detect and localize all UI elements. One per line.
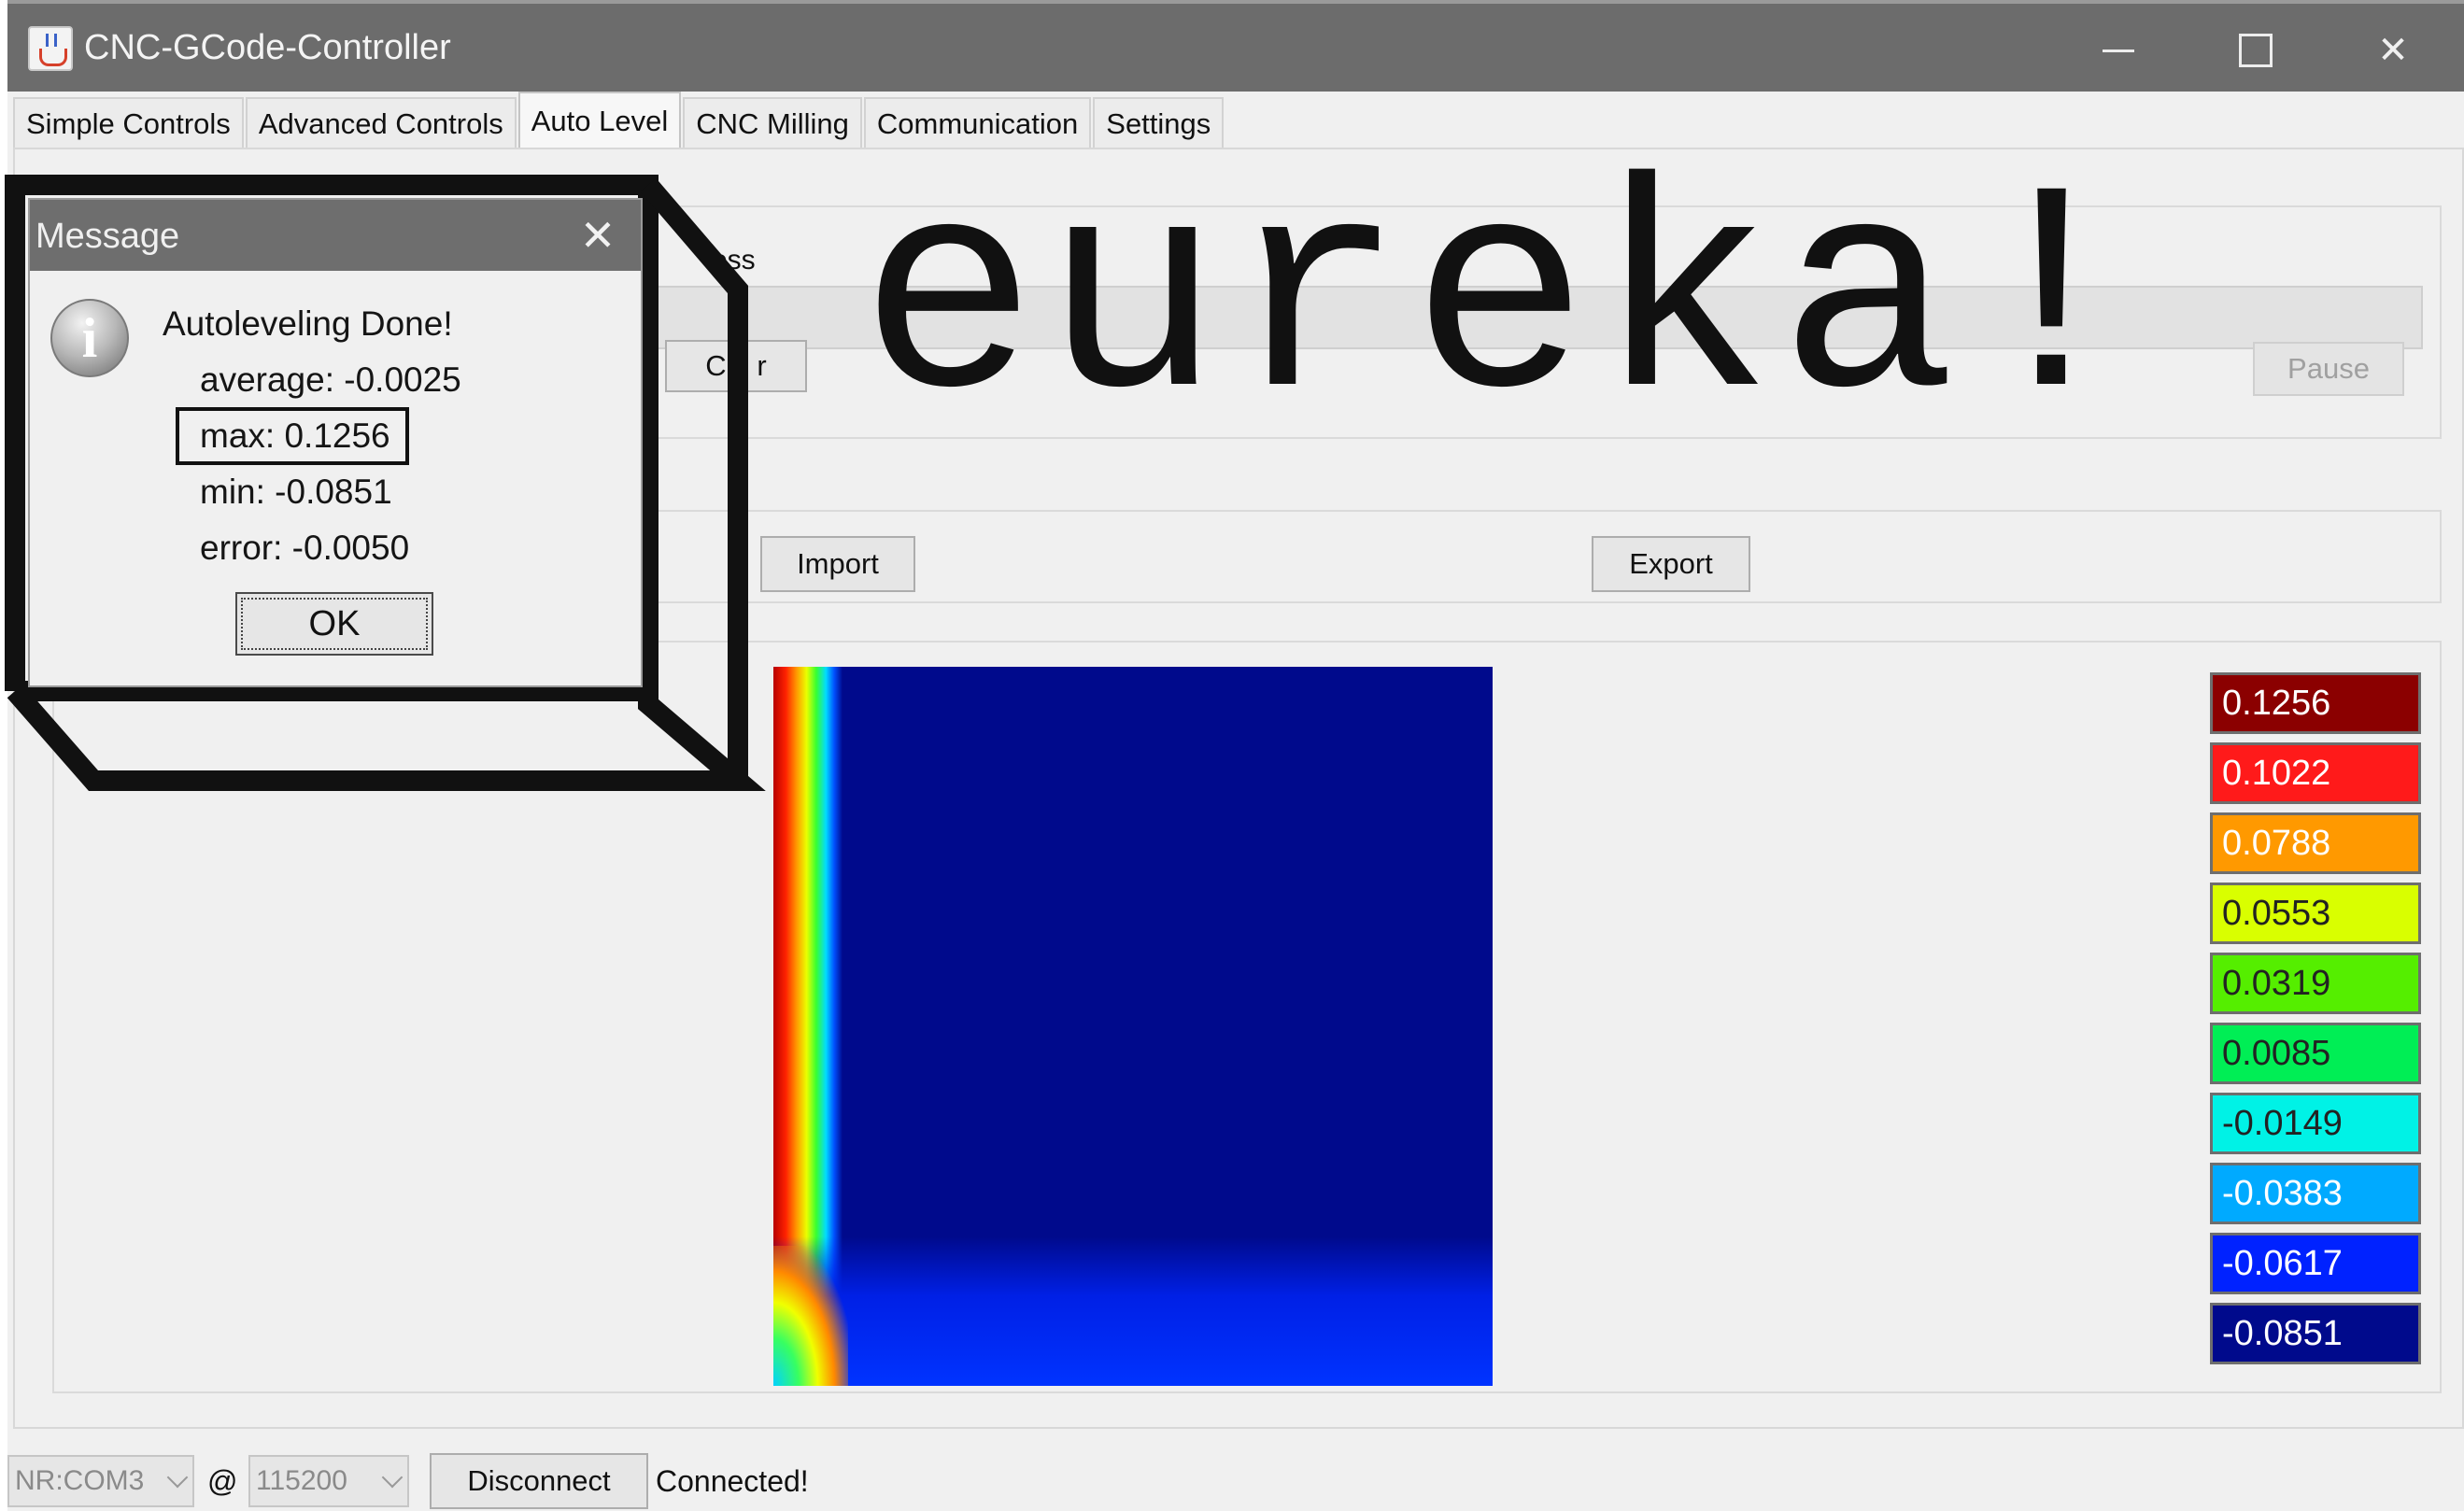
legend-item: 0.0788 (2210, 812, 2421, 874)
height-heatmap (773, 667, 1493, 1386)
dialog-min: min: -0.0851 (200, 473, 392, 511)
heatmap-corner-gradient (773, 1246, 848, 1386)
chevron-down-icon (166, 1466, 189, 1489)
eureka-overlay-text: eureka! (859, 137, 2146, 473)
minimize-button[interactable] (2081, 22, 2156, 78)
maximize-button[interactable] (2218, 22, 2293, 78)
tab-simple-controls[interactable]: Simple Controls (13, 97, 244, 149)
status-bar: NR:COM3 @ 115200 Disconnect Connected! (7, 1434, 2464, 1511)
baud-select-value: 115200 (256, 1465, 347, 1496)
progress-panel-title: ess (708, 245, 759, 276)
legend-item: 0.0319 (2210, 953, 2421, 1014)
legend-item: 0.1022 (2210, 742, 2421, 804)
import-button[interactable]: Import (760, 536, 915, 592)
legend-item: 0.0085 (2210, 1023, 2421, 1084)
port-select[interactable]: NR:COM3 (7, 1455, 194, 1507)
heatmap-bottom-gradient (773, 1236, 1493, 1386)
port-select-value: NR:COM3 (15, 1465, 145, 1496)
legend-item: -0.0149 (2210, 1093, 2421, 1154)
clear-button[interactable]: Cle r (665, 340, 807, 392)
color-legend: 0.1256 0.1022 0.0788 0.0553 0.0319 0.0085 -0.0… (2210, 672, 2421, 1373)
window-title: CNC-GCode-Controller (84, 28, 451, 67)
baud-select[interactable]: 115200 (248, 1455, 409, 1507)
dialog-title-bar[interactable]: Message ✕ (30, 200, 641, 271)
legend-item: 0.1256 (2210, 672, 2421, 734)
dialog-title: Message (35, 217, 180, 256)
legend-item: -0.0617 (2210, 1233, 2421, 1294)
legend-item: -0.0851 (2210, 1303, 2421, 1364)
close-window-button[interactable]: ✕ (2356, 22, 2430, 78)
disconnect-button[interactable]: Disconnect (430, 1453, 648, 1509)
dialog-max-highlighted: max: 0.1256 (176, 407, 409, 465)
java-app-icon (28, 26, 73, 71)
info-icon: i (50, 299, 129, 377)
dialog-average: average: -0.0025 (200, 360, 461, 399)
legend-item: -0.0383 (2210, 1163, 2421, 1224)
message-dialog: Message ✕ i Autoleveling Done! average: … (28, 198, 643, 687)
pause-button[interactable]: Pause (2253, 342, 2404, 396)
legend-item: 0.0553 (2210, 883, 2421, 944)
title-bar[interactable]: CNC-GCode-Controller ✕ (7, 0, 2464, 92)
dialog-error: error: -0.0050 (200, 529, 410, 567)
tab-auto-level[interactable]: Auto Level (517, 92, 682, 149)
tab-advanced-controls[interactable]: Advanced Controls (245, 97, 517, 149)
chevron-down-icon (381, 1466, 404, 1489)
at-label: @ (207, 1464, 238, 1498)
tab-cnc-milling[interactable]: CNC Milling (683, 97, 862, 149)
connection-status: Connected! (656, 1464, 809, 1498)
ok-button[interactable]: OK (235, 592, 433, 656)
export-button[interactable]: Export (1592, 536, 1750, 592)
dialog-headline: Autoleveling Done! (163, 304, 453, 343)
dialog-close-icon[interactable]: ✕ (570, 207, 626, 263)
